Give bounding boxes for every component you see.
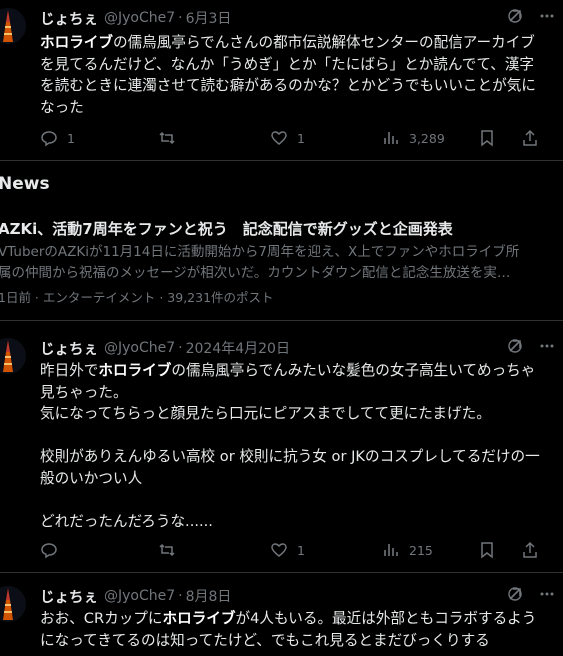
share-button[interactable] [521,541,548,559]
bookmark-button[interactable] [478,541,505,559]
highlight-term: ホロライブ [162,610,236,627]
view-count: 215 [409,542,433,558]
more-icon[interactable] [539,8,555,28]
author-handle[interactable]: @JyoChe7 [104,10,175,26]
more-icon[interactable] [539,586,555,606]
author-name[interactable]: じょちぇ [40,586,98,607]
author-handle[interactable]: @JyoChe7 [104,588,175,604]
tweet-text: 昨日外でホロライブの儒烏風亭らでんみたいな髪色の女子高生いてめっちゃ 見ちゃった… [40,360,553,532]
avatar[interactable] [0,586,26,622]
author-handle[interactable]: @JyoChe7 [104,340,175,356]
heart-icon [271,543,287,557]
news-headline[interactable]: AZKi、活動7周年をファンと祝う 記念配信で新グッズと企画発表 [0,218,453,239]
text-pre: おお、CRカップに [40,610,163,627]
view-count: 3,289 [409,130,445,146]
divider [0,320,563,321]
separator-dot: · [178,340,183,356]
like-button[interactable]: 1 [270,129,382,147]
news-section-title: News [0,174,50,194]
tweet-header: じょちぇ @JyoChe7 · 6月3日 [40,8,563,28]
views-button[interactable]: 215 [382,541,478,559]
news-summary[interactable]: VTuberのAZKiが11月14日に活動開始から7周年を迎え、X上でファンやホ… [0,242,560,284]
post-date[interactable]: 8月8日 [186,586,232,606]
timeline: じょちぇ @JyoChe7 · 6月3日 ホロライブの儒烏風亭らでんさんの都市伝… [0,0,563,656]
share-button[interactable] [521,129,548,147]
divider [0,160,563,161]
more-icon[interactable] [539,338,555,358]
tweet-text: ホロライブの儒烏風亭らでんさんの都市伝説解体センターの配信アーカイブ を見てるん… [40,32,553,118]
separator-dot: · [178,10,183,26]
action-bar: 1 215 [40,540,555,560]
reply-icon [41,543,57,559]
repost-icon [159,131,175,145]
action-bar: 1 1 3,289 [40,128,555,148]
reply-count: 1 [67,130,75,146]
tweet[interactable]: じょちぇ @JyoChe7 · 6月3日 ホロライブの儒烏風亭らでんさんの都市伝… [0,8,563,156]
tweet[interactable]: じょちぇ @JyoChe7 · 8月8日 おお、CRカップにホロライブが4人もい… [0,586,563,656]
tweet-header: じょちぇ @JyoChe7 · 2024年4月20日 [40,338,563,358]
bookmark-button[interactable] [478,129,505,147]
like-button[interactable]: 1 [270,541,382,559]
share-icon [523,541,537,558]
like-count: 1 [297,542,305,558]
avatar[interactable] [0,338,26,374]
bookmark-icon [481,542,493,559]
post-date[interactable]: 6月3日 [186,8,232,28]
views-icon [384,132,398,144]
views-icon [384,544,398,556]
repost-button[interactable] [158,129,270,147]
author-name[interactable]: じょちぇ [40,8,98,29]
news-summary-line: 属の仲間から祝福のメッセージが相次いだ。カウントダウン配信と記念生放送を実… [0,265,511,281]
grok-icon[interactable] [507,338,523,358]
tweet[interactable]: じょちぇ @JyoChe7 · 2024年4月20日 昨日外でホロライブの儒烏風… [0,338,563,570]
like-count: 1 [297,130,305,146]
reply-button[interactable]: 1 [40,129,158,147]
text-post: の儒烏風亭らでんさんの都市伝説解体センターの配信アーカイブ を見てるんだけど、な… [40,34,536,116]
reply-icon [41,131,57,147]
bookmark-icon [481,130,493,147]
separator-dot: · [178,588,183,604]
repost-button[interactable] [158,541,270,559]
text-pre: 昨日外で [40,362,99,379]
tweet-header: じょちぇ @JyoChe7 · 8月8日 [40,586,563,606]
tweet-text: おお、CRカップにホロライブが4人もいる。最近は外部ともコラボするよう になって… [40,608,553,651]
text-post: の儒烏風亭らでんみたいな髪色の女子高生いてめっちゃ 見ちゃった。 気になってちら… [40,362,540,530]
highlight-term: ホロライブ [98,362,172,379]
author-name[interactable]: じょちぇ [40,338,98,359]
repost-icon [159,543,175,557]
reply-button[interactable] [40,541,158,559]
post-date[interactable]: 2024年4月20日 [186,338,290,358]
grok-icon[interactable] [507,586,523,606]
news-meta: 1日前 · エンターテイメント · 39,231件のポスト [0,290,274,305]
grok-icon[interactable] [507,8,523,28]
divider [0,572,563,573]
news-summary-line: VTuberのAZKiが11月14日に活動開始から7周年を迎え、X上でファンやホ… [0,244,520,260]
heart-icon [271,131,287,145]
share-icon [523,129,537,146]
highlight-term: ホロライブ [40,34,113,51]
avatar[interactable] [0,8,26,44]
views-button[interactable]: 3,289 [382,129,478,147]
